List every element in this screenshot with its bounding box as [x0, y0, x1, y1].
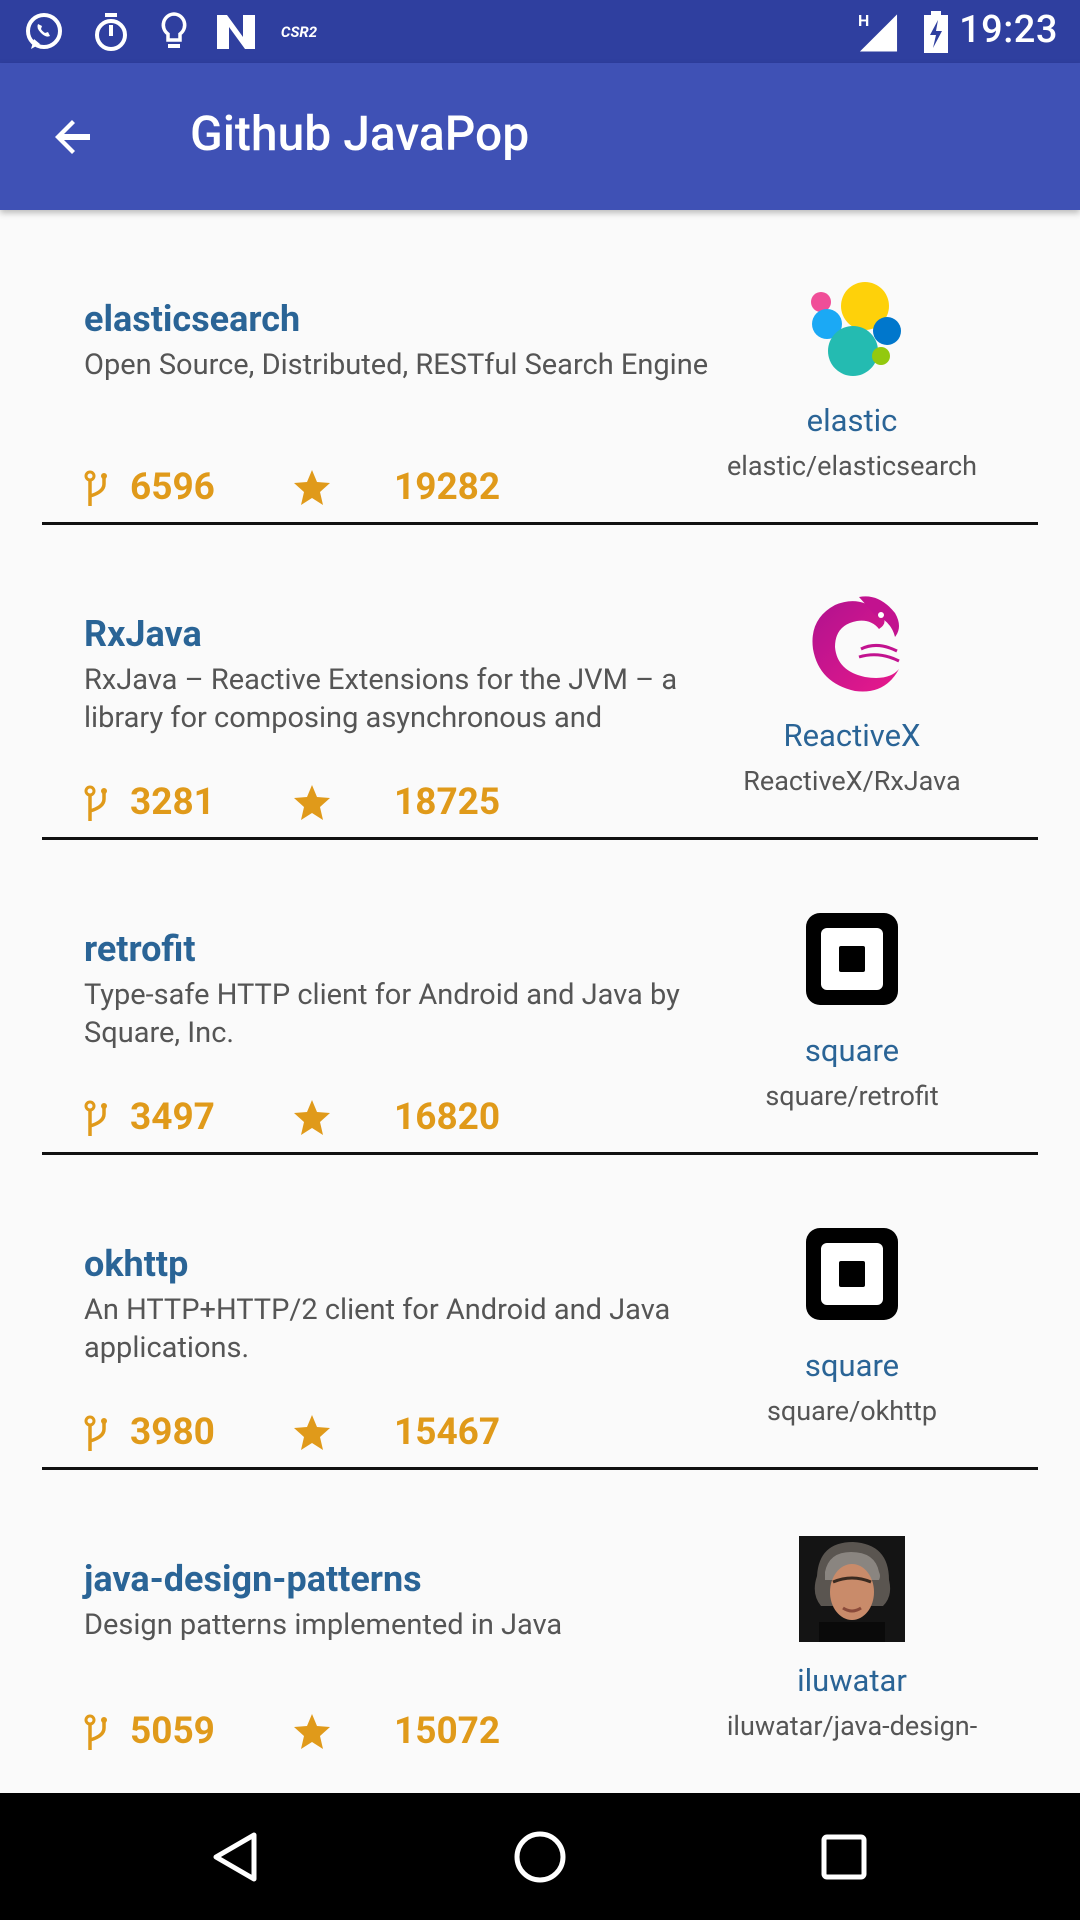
owner-full-name: iluwatar/java-design-	[726, 1710, 978, 1742]
page-title: Github JavaPop	[190, 105, 530, 162]
fork-icon	[84, 1100, 107, 1136]
user-photo	[799, 1536, 905, 1642]
signal-h-icon: H	[856, 10, 899, 53]
battery-charging-icon	[914, 10, 957, 53]
repo-description: Type-safe HTTP client for Android and Ja…	[84, 978, 680, 1050]
repo-description: Open Source, Distributed, RESTful Search…	[84, 348, 709, 382]
fork-count: 5059	[130, 1710, 215, 1753]
square-logo	[806, 913, 898, 1005]
back-triangle-icon	[213, 1832, 257, 1882]
owner-full-name: ReactiveX/RxJava	[743, 765, 961, 797]
owner-info[interactable]: square square/okhttp	[702, 1221, 1002, 1451]
repo-list[interactable]: elasticsearch Open Source, Distributed, …	[0, 210, 1080, 1793]
owner-info[interactable]: elastic elastic/elasticsearch	[702, 276, 1002, 506]
repo-item[interactable]: retrofit Type-safe HTTP client for Andro…	[42, 840, 1038, 1155]
owner-login: square	[804, 1347, 900, 1384]
owner-info[interactable]: iluwatar iluwatar/java-design-	[702, 1536, 1002, 1766]
owner-info[interactable]: square square/retrofit	[702, 906, 1002, 1136]
nav-home-button[interactable]	[504, 1821, 576, 1893]
owner-full-name: elastic/elasticsearch	[726, 450, 978, 482]
owner-info[interactable]: ReactiveX ReactiveX/RxJava	[702, 591, 1002, 821]
fork-icon	[84, 1415, 107, 1451]
repo-item[interactable]: RxJava RxJava – Reactive Extensions for …	[42, 525, 1038, 840]
svg-text:H: H	[858, 13, 869, 30]
elastic-logo	[811, 282, 901, 376]
status-time: 19:23	[959, 8, 1058, 52]
star-count: 18725	[394, 781, 501, 824]
star-icon	[294, 785, 330, 820]
nav-back-button[interactable]	[200, 1821, 272, 1893]
home-circle-icon	[514, 1831, 566, 1883]
repo-name: retrofit	[84, 928, 196, 970]
fork-icon	[84, 785, 107, 821]
repo-item[interactable]: java-design-patterns Design patterns imp…	[42, 1470, 1038, 1785]
star-count: 15072	[394, 1710, 501, 1753]
square-logo	[806, 1228, 898, 1320]
arrow-back-icon	[55, 120, 90, 154]
n-app-icon	[214, 10, 257, 53]
repo-name: elasticsearch	[84, 298, 301, 340]
star-icon	[294, 1714, 330, 1749]
repo-description: RxJava – Reactive Extensions for the JVM…	[84, 663, 678, 735]
star-icon	[294, 470, 330, 505]
fork-count: 6596	[130, 466, 215, 509]
nav-recents-button[interactable]	[808, 1821, 880, 1893]
owner-login: square	[804, 1032, 900, 1069]
fork-count: 3281	[130, 781, 215, 824]
repo-item[interactable]: okhttp An HTTP+HTTP/2 client for Android…	[42, 1155, 1038, 1470]
back-button[interactable]	[30, 93, 118, 181]
whatsapp-icon	[22, 10, 65, 53]
owner-full-name: square/retrofit	[765, 1080, 939, 1112]
owner-full-name: square/okhttp	[767, 1395, 937, 1427]
lightbulb-icon	[152, 10, 195, 53]
status-bar: CSR2 H 19:23	[0, 0, 1080, 63]
star-icon	[294, 1100, 330, 1135]
navigation-bar	[0, 1793, 1080, 1920]
owner-login: iluwatar	[797, 1662, 907, 1699]
timer-icon	[89, 10, 132, 53]
app-bar: Github JavaPop	[0, 63, 1080, 210]
repo-description: Design patterns implemented in Java	[84, 1608, 563, 1642]
owner-login: elastic	[806, 402, 898, 439]
star-count: 15467	[394, 1411, 501, 1454]
repo-name: java-design-patterns	[84, 1558, 422, 1600]
fork-count: 3497	[130, 1096, 215, 1139]
csr2-icon: CSR2	[280, 22, 318, 41]
star-count: 19282	[394, 466, 501, 509]
fork-icon	[84, 470, 107, 506]
recents-square-icon	[821, 1834, 867, 1880]
star-count: 16820	[394, 1096, 501, 1139]
repo-item[interactable]: elasticsearch Open Source, Distributed, …	[42, 210, 1038, 525]
reactivex-logo	[812, 596, 900, 692]
fork-count: 3980	[130, 1411, 215, 1454]
repo-name: RxJava	[84, 613, 202, 655]
owner-login: ReactiveX	[783, 717, 921, 754]
fork-icon	[84, 1714, 107, 1750]
star-icon	[294, 1415, 330, 1450]
repo-description: An HTTP+HTTP/2 client for Android and Ja…	[84, 1293, 671, 1365]
repo-name: okhttp	[84, 1243, 189, 1285]
